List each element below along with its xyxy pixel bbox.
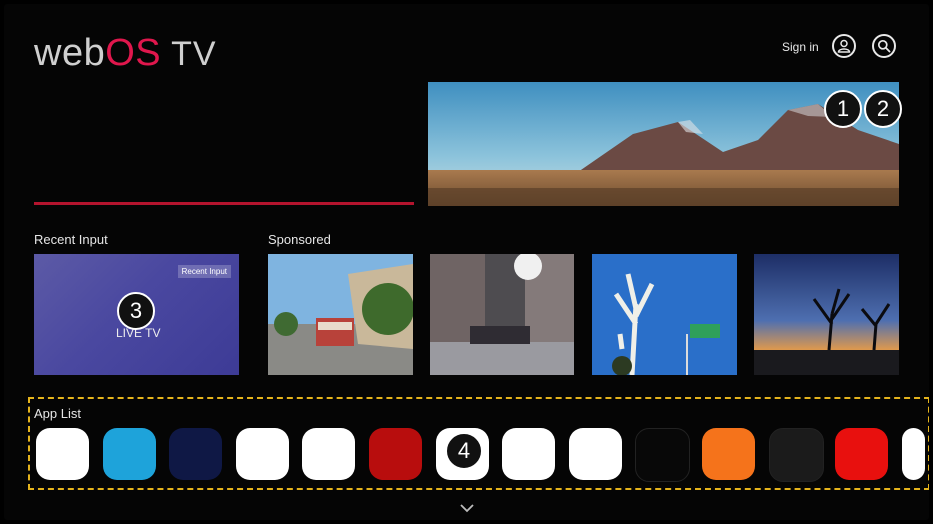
webos-tv-logo: webOS TV [34, 32, 217, 75]
app-icon[interactable] [635, 428, 691, 482]
app-icon[interactable] [768, 428, 824, 482]
joshua-tree-photo [592, 254, 737, 375]
sponsored-heading: Sponsored [268, 232, 331, 247]
app-icon[interactable] [302, 428, 356, 480]
search-button[interactable] [872, 34, 896, 58]
streetcar-photo [268, 254, 413, 375]
search-icon [877, 39, 891, 53]
sponsored-card-sunset[interactable] [754, 254, 899, 375]
callout-4: 4 [445, 432, 483, 470]
sponsored-card-joshua-tree[interactable] [592, 254, 737, 375]
user-icon [837, 39, 851, 53]
chevron-down-icon[interactable] [459, 500, 475, 518]
app-icon[interactable] [702, 428, 755, 480]
app-icon[interactable] [102, 428, 156, 480]
focus-indicator-line [34, 202, 414, 205]
app-icon[interactable] [235, 428, 289, 480]
app-icon[interactable] [502, 428, 556, 480]
sponsored-card-street[interactable] [430, 254, 574, 375]
callout-1: 1 [824, 90, 862, 128]
app-icon[interactable] [901, 428, 925, 480]
app-icon[interactable] [568, 428, 622, 480]
logo-os: OS [105, 32, 162, 74]
tv-home-screen: webOS TV Sign in Recent Input Sponsored … [4, 4, 929, 520]
logo-tv: TV [171, 35, 217, 73]
app-icon[interactable] [169, 428, 223, 480]
recent-input-heading: Recent Input [34, 232, 108, 247]
sponsored-card-streetcar[interactable] [268, 254, 413, 375]
recent-input-tag: Recent Input [177, 265, 231, 278]
app-icon[interactable] [369, 428, 422, 480]
callout-3: 3 [117, 292, 155, 330]
sign-in-label[interactable]: Sign in [782, 40, 819, 54]
app-icon[interactable] [36, 428, 89, 480]
user-account-button[interactable] [832, 34, 856, 58]
city-street-photo [430, 254, 574, 375]
callout-2: 2 [864, 90, 902, 128]
logo-web: web [34, 32, 106, 74]
app-icon[interactable] [835, 428, 889, 480]
sunset-trees-photo [754, 254, 899, 375]
